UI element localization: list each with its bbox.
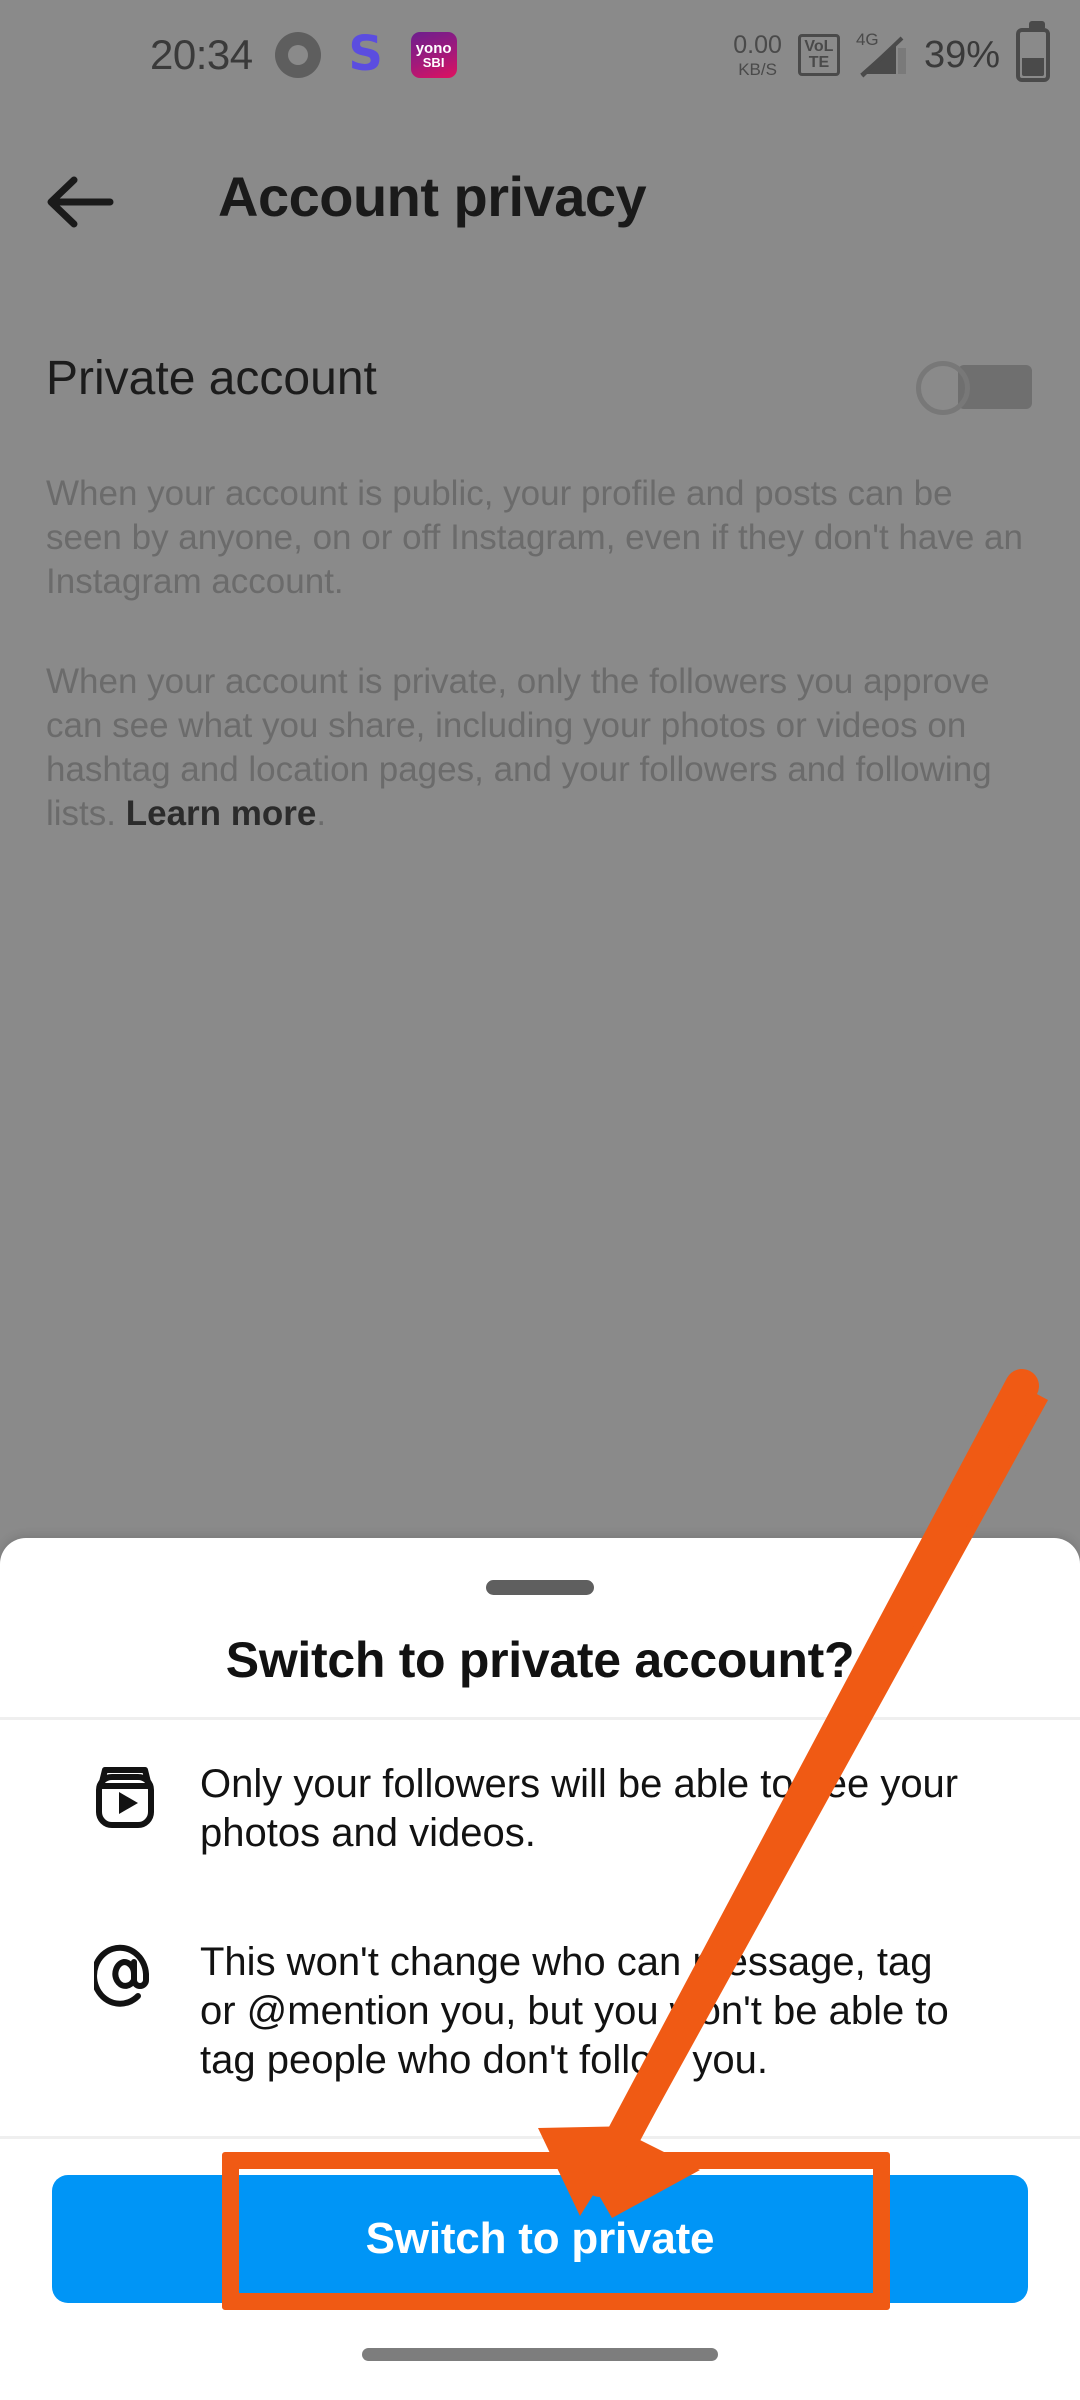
private-account-description: When your account is private, only the f… xyxy=(46,660,1036,836)
learn-more-link[interactable]: Learn more xyxy=(126,794,317,833)
yono-sbi-icon-label-bottom: SBI xyxy=(422,55,445,70)
sheet-list-item-mentions: This won't change who can message, tag o… xyxy=(0,1938,1080,2085)
private-account-description-suffix: . xyxy=(316,794,327,833)
public-account-description: When your account is public, your profil… xyxy=(46,474,1023,601)
chrome-icon xyxy=(274,32,321,78)
volte-icon-line2: TE xyxy=(808,54,830,71)
private-account-toggle[interactable] xyxy=(916,359,1032,417)
private-account-row[interactable]: Private account xyxy=(0,345,1080,435)
app-header: Account privacy xyxy=(0,140,1080,260)
network-speed-unit: KB/S xyxy=(738,59,777,79)
reels-icon xyxy=(94,1760,200,1830)
yono-sbi-icon-label-top: yono xyxy=(415,40,452,57)
sheet-divider-bottom xyxy=(0,2136,1080,2139)
battery-percent-label: 39% xyxy=(923,33,1000,76)
page-title: Account privacy xyxy=(218,165,647,228)
status-bar-clock: 20:34 xyxy=(150,31,253,78)
status-bar-right: 0.00 KB/S VoL TE 4G 39% xyxy=(733,0,1050,110)
slack-icon: S xyxy=(348,26,383,82)
status-bar: 20:34 S yono SBI 0.00 KB/S VoL TE 4G 39% xyxy=(0,0,1080,110)
volte-icon: VoL TE xyxy=(797,34,840,76)
sheet-list-item-mentions-text: This won't change who can message, tag o… xyxy=(200,1940,949,2082)
network-speed-value: 0.00 xyxy=(733,30,782,59)
signal-generation-label: 4G xyxy=(855,30,879,49)
sheet-list-item-followers: Only your followers will be able to see … xyxy=(0,1760,1080,1858)
battery-icon xyxy=(1016,21,1050,82)
toggle-knob xyxy=(916,361,970,415)
gesture-navigation-bar xyxy=(362,2348,718,2361)
sheet-title: Switch to private account? xyxy=(225,1632,855,1688)
private-account-label: Private account xyxy=(46,352,377,405)
switch-to-private-button[interactable]: Switch to private xyxy=(52,2175,1028,2303)
status-bar-left: 20:34 S yono SBI xyxy=(150,0,457,110)
sheet-drag-handle[interactable] xyxy=(486,1580,594,1595)
yono-sbi-icon: yono SBI xyxy=(410,32,457,78)
phone-screen: 20:34 S yono SBI 0.00 KB/S VoL TE 4G 39%… xyxy=(0,0,1080,2400)
sheet-divider-top xyxy=(0,1717,1080,1720)
sheet-list-item-followers-text: Only your followers will be able to see … xyxy=(200,1762,959,1855)
back-arrow-icon[interactable] xyxy=(40,162,120,242)
signal-strength-icon: 4G xyxy=(855,30,908,78)
network-speed-indicator: 0.00 KB/S xyxy=(733,30,782,79)
volte-icon-line1: VoL xyxy=(804,38,834,55)
at-mention-icon xyxy=(94,1938,200,2008)
